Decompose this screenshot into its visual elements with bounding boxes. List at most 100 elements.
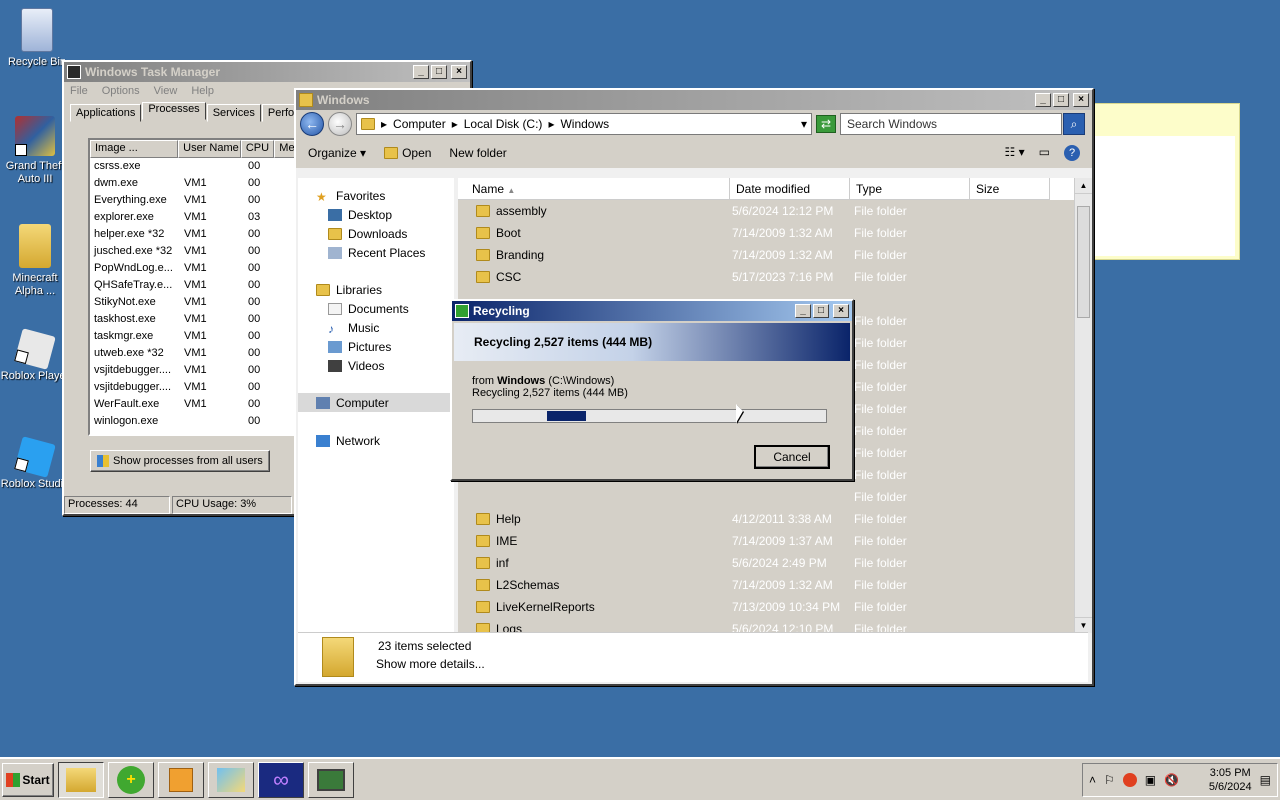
sticky-note[interactable]	[1094, 103, 1240, 260]
show-desktop-icon[interactable]: ▤	[1260, 773, 1271, 787]
process-row[interactable]: helper.exe *32 VM1 00	[90, 226, 296, 243]
column-name[interactable]: Name ▲	[458, 178, 730, 200]
organize-button[interactable]: Organize ▾	[308, 146, 366, 160]
process-row[interactable]: dwm.exe VM1 00	[90, 175, 296, 192]
open-button[interactable]: Open	[384, 146, 431, 160]
recycling-dialog[interactable]: Recycling _ □ × Recycling 2,527 items (4…	[450, 299, 854, 481]
back-button[interactable]: ←	[300, 112, 324, 136]
start-button[interactable]: Start	[2, 762, 54, 797]
minimize-button[interactable]: _	[795, 304, 811, 318]
menu-options[interactable]: Options	[102, 85, 140, 97]
nav-favorites[interactable]: ★ Favorites	[316, 186, 454, 205]
file-row[interactable]: IME 7/14/2009 1:37 AM File folder	[458, 530, 1084, 552]
taskbar-monitor[interactable]	[308, 761, 354, 798]
nav-computer[interactable]: Computer	[298, 393, 454, 412]
tab-applications[interactable]: Applications	[70, 104, 142, 122]
column-size[interactable]: Size	[970, 178, 1050, 200]
address-bar[interactable]: ▸ Computer ▸ Local Disk (C:) ▸ Windows ▾	[356, 113, 812, 135]
taskbar-explorer[interactable]	[58, 761, 104, 798]
nav-downloads[interactable]: Downloads	[316, 224, 454, 243]
nav-network[interactable]: Network	[298, 431, 454, 450]
recycling-titlebar[interactable]: Recycling _ □ ×	[452, 301, 852, 321]
close-button[interactable]: ×	[451, 65, 467, 79]
process-row[interactable]: vsjitdebugger.... VM1 00	[90, 379, 296, 396]
stop-icon[interactable]	[1122, 773, 1137, 787]
menu-view[interactable]: View	[154, 85, 178, 97]
taskbar-add[interactable]: +	[108, 761, 154, 798]
breadcrumb-computer[interactable]: Computer	[393, 117, 446, 131]
show-hidden-icons-icon[interactable]: ˄	[1089, 773, 1096, 787]
desktop-icon-roblox-studio[interactable]: Roblox Studio	[0, 436, 70, 491]
scroll-thumb[interactable]	[1077, 206, 1090, 318]
preview-pane-icon[interactable]: ▭	[1039, 145, 1050, 161]
explorer-titlebar[interactable]: Windows _ □ ×	[296, 90, 1092, 110]
forward-button[interactable]: →	[328, 112, 352, 136]
process-row[interactable]: taskhost.exe VM1 00	[90, 311, 296, 328]
close-button[interactable]: ×	[1073, 93, 1089, 107]
file-row[interactable]: Logs 5/6/2024 12:10 PM File folder	[458, 618, 1084, 633]
file-row[interactable]: Help 4/12/2011 3:38 AM File folder	[458, 508, 1084, 530]
chevron-down-icon[interactable]: ▾	[801, 117, 807, 131]
process-list[interactable]: Image ... User Name CPU Me csrss.exe 00 dw…	[88, 138, 298, 436]
network-status-icon[interactable]: ▣	[1145, 773, 1156, 787]
file-row[interactable]: Boot 7/14/2009 1:32 AM File folder	[458, 222, 1084, 244]
menu-file[interactable]: File	[70, 85, 88, 97]
sticky-note-body[interactable]	[1095, 136, 1235, 256]
minimize-button[interactable]: _	[1035, 93, 1051, 107]
minimize-button[interactable]: _	[413, 65, 429, 79]
column-memory[interactable]: Me	[274, 140, 296, 158]
task-manager-titlebar[interactable]: Windows Task Manager _ □ ×	[64, 62, 470, 82]
show-all-processes-button[interactable]: Show processes from all users	[90, 450, 270, 472]
menu-help[interactable]: Help	[191, 85, 214, 97]
nav-documents[interactable]: Documents	[316, 299, 454, 318]
refresh-button[interactable]: ⇄	[816, 115, 836, 133]
cancel-button[interactable]: Cancel	[754, 445, 830, 469]
process-row[interactable]: csrss.exe 00	[90, 158, 296, 175]
close-button[interactable]: ×	[833, 304, 849, 318]
process-row[interactable]: jusched.exe *32 VM1 00	[90, 243, 296, 260]
process-row[interactable]: vsjitdebugger.... VM1 00	[90, 362, 296, 379]
nav-recent-places[interactable]: Recent Places	[316, 243, 454, 262]
maximize-button[interactable]: □	[813, 304, 829, 318]
file-row[interactable]: assembly 5/6/2024 12:12 PM File folder	[458, 200, 1084, 222]
file-row[interactable]: inf 5/6/2024 2:49 PM File folder	[458, 552, 1084, 574]
file-row[interactable]: CSC 5/17/2023 7:16 PM File folder	[458, 266, 1084, 288]
process-row[interactable]: QHSafeTray.e... VM1 00	[90, 277, 296, 294]
tab-services[interactable]: Services	[206, 104, 261, 122]
column-date-modified[interactable]: Date modified	[730, 178, 850, 200]
nav-music[interactable]: ♪ Music	[316, 318, 454, 337]
breadcrumb-local-disk[interactable]: Local Disk (C:)	[464, 117, 543, 131]
column-image[interactable]: Image ...	[90, 140, 179, 158]
column-type[interactable]: Type	[850, 178, 970, 200]
nav-libraries[interactable]: Libraries	[316, 280, 454, 299]
search-input[interactable]: Search Windows ⌕	[840, 113, 1085, 135]
new-folder-button[interactable]: New folder	[449, 146, 506, 160]
navigation-pane[interactable]: ★ Favorites Desktop Downloads Recent Plac…	[298, 178, 454, 633]
process-row[interactable]: explorer.exe VM1 03	[90, 209, 296, 226]
column-cpu[interactable]: CPU	[240, 140, 275, 158]
file-row[interactable]: File folder	[458, 486, 1084, 508]
maximize-button[interactable]: □	[1053, 93, 1069, 107]
volume-muted-icon[interactable]: 🔇	[1164, 773, 1179, 787]
nav-pictures[interactable]: Pictures	[316, 337, 454, 356]
maximize-button[interactable]: □	[431, 65, 447, 79]
show-more-details-link[interactable]: Show more details...	[376, 657, 485, 671]
scroll-up-icon[interactable]: ▲	[1075, 178, 1092, 194]
column-user[interactable]: User Name	[178, 140, 241, 158]
nav-desktop[interactable]: Desktop	[316, 205, 454, 224]
help-icon[interactable]: ?	[1064, 145, 1080, 161]
nav-videos[interactable]: Videos	[316, 356, 454, 375]
process-row[interactable]: taskmgr.exe VM1 00	[90, 328, 296, 345]
desktop-icon-roblox-player[interactable]: Roblox Player	[0, 328, 70, 383]
view-options-icon[interactable]: ☷ ▾	[1005, 145, 1025, 161]
desktop-icon-minecraft[interactable]: Minecraft Alpha ...	[0, 224, 70, 298]
vertical-scrollbar[interactable]: ▲ ▼	[1074, 178, 1092, 633]
process-row[interactable]: utweb.exe *32 VM1 00	[90, 345, 296, 362]
breadcrumb-windows[interactable]: Windows	[560, 117, 609, 131]
tab-processes[interactable]: Processes	[142, 102, 206, 120]
file-row[interactable]: LiveKernelReports 7/13/2009 10:34 PM File …	[458, 596, 1084, 618]
taskbar-folder[interactable]	[208, 761, 254, 798]
file-row[interactable]: Branding 7/14/2009 1:32 AM File folder	[458, 244, 1084, 266]
taskbar-media[interactable]	[158, 761, 204, 798]
scroll-down-icon[interactable]: ▼	[1075, 617, 1092, 633]
